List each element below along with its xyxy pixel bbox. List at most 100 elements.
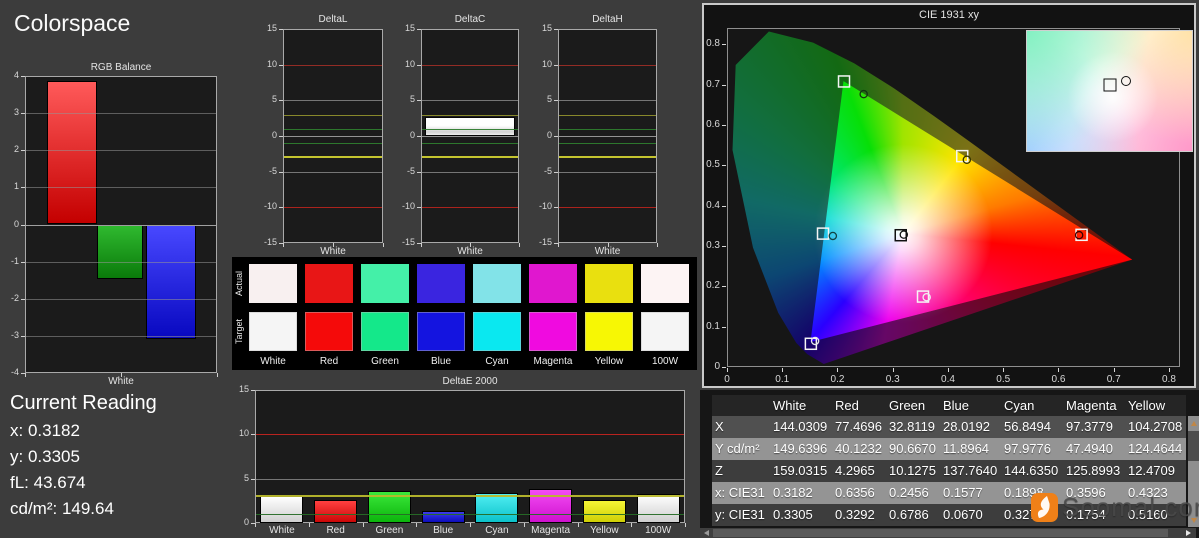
rgb-bar-red — [47, 80, 97, 225]
table-cell: 40.1232 — [835, 441, 882, 456]
y-tick-label: -15 — [263, 237, 277, 247]
scroll-up-button[interactable] — [1188, 416, 1199, 430]
y-tick — [279, 29, 283, 30]
table-header-cell: Magenta — [1066, 398, 1117, 413]
gridline — [26, 262, 216, 263]
table-cell: X — [715, 419, 724, 434]
cie-y-tick — [722, 327, 726, 328]
cie-x-tick-label: 0 — [724, 374, 730, 385]
x-tick — [524, 523, 525, 527]
y-tick-label: -5 — [268, 165, 277, 176]
cie-whitepoint-inset — [1026, 30, 1193, 152]
table-header-cell: White — [773, 398, 807, 413]
y-tick — [251, 434, 255, 435]
rgb-balance-x-label: White — [108, 376, 134, 387]
table-cell: 137.7640 — [943, 463, 998, 478]
table-cell: 97.3779 — [1066, 419, 1113, 434]
swatch-actual-yellow — [585, 264, 633, 303]
y-tick-label: 0 — [243, 517, 249, 527]
swatch-label: 100W — [651, 356, 679, 367]
x-tick — [309, 523, 310, 527]
y-tick — [21, 150, 25, 151]
scroll-right-button[interactable] — [1182, 528, 1194, 538]
ref-line — [559, 172, 656, 173]
table-cell: 97.9776 — [1004, 441, 1051, 456]
swatch-target-green — [361, 312, 409, 351]
scroll-left-button[interactable] — [700, 528, 712, 538]
y-tick — [554, 65, 558, 66]
table-cell: 149.6396 — [773, 441, 828, 456]
y-tick — [21, 187, 25, 188]
table-cell: 159.0315 — [773, 463, 828, 478]
swatch-actual-cyan — [473, 264, 521, 303]
deltal-chart-title: DeltaL — [318, 14, 348, 25]
ref-line — [559, 129, 656, 130]
swatch-row-label: Target — [234, 319, 244, 345]
deltae-bar-red — [314, 499, 358, 523]
swatch-target-magenta — [529, 312, 577, 351]
table-horizontal-scrollbar[interactable] — [700, 528, 1196, 538]
deltae-x-label: Yellow — [590, 525, 619, 536]
deltae2000-chart-title: DeltaE 2000 — [442, 376, 498, 387]
chevron-right-icon — [1185, 530, 1191, 536]
table-row-x[interactable]: X 144.0309 77.4696 32.8119 28.0192 56.8494 97.… — [712, 416, 1186, 438]
swatch-label: Yellow — [594, 356, 624, 367]
vertical-scrollbar-thumb[interactable] — [1188, 431, 1199, 461]
y-tick — [21, 113, 25, 114]
ref-line — [559, 115, 656, 116]
table-cell: 104.2708 — [1128, 419, 1183, 434]
deltae-x-label: Cyan — [485, 525, 509, 536]
y-tick-label: 10 — [238, 428, 249, 439]
y-tick-label: 15 — [238, 384, 249, 394]
y-tick — [279, 207, 283, 208]
table-cell: 0.1577 — [943, 485, 983, 500]
table-header-cell: Red — [835, 398, 859, 413]
y-tick — [554, 207, 558, 208]
y-tick-label: 0 — [271, 130, 277, 140]
x-tick — [578, 523, 579, 527]
y-tick-label: 10 — [541, 58, 552, 69]
cie-y-tick-label: 0.6 — [706, 118, 720, 130]
deltac-x-label: White — [457, 246, 483, 257]
deltaC-bar — [425, 116, 515, 136]
table-cell: 56.8494 — [1004, 419, 1051, 434]
y-tick — [21, 225, 25, 226]
cie-x-tick — [1003, 368, 1004, 372]
deltae-bar-blue — [421, 511, 465, 523]
inset-measured-marker — [1121, 76, 1131, 87]
deltae-bar-yellow — [582, 499, 626, 523]
table-cell: 0.3292 — [835, 507, 875, 522]
swatch-target-red — [305, 312, 353, 351]
gridline — [26, 225, 216, 226]
table-header-cell: Blue — [943, 398, 970, 413]
horizontal-scrollbar-thumb[interactable] — [713, 529, 1168, 537]
table-header-cell: Cyan — [1004, 398, 1035, 413]
cie-y-tick — [722, 44, 726, 45]
y-tick — [279, 136, 283, 137]
table-header-row: White Red Green Blue Cyan Magenta Yellow — [712, 395, 1186, 416]
y-tick — [417, 207, 421, 208]
swatch-label: Blue — [430, 356, 451, 367]
deltae-x-label: Green — [375, 525, 404, 536]
y-tick-label: -10 — [401, 201, 415, 212]
table-cell: 77.4696 — [835, 419, 882, 434]
y-tick — [21, 76, 25, 77]
table-cell: x: CIE31 — [715, 485, 765, 500]
x-tick — [685, 523, 686, 527]
deltae-bar-cyan — [475, 493, 519, 523]
cie-y-tick — [722, 125, 726, 126]
ref-line — [284, 136, 382, 137]
ref-line — [284, 143, 382, 144]
swatch-target-100w — [641, 312, 689, 351]
cie-y-tick-label: 0.2 — [706, 280, 720, 292]
table-row-z[interactable]: Z 159.0315 4.2965 10.1275 137.7640 144.6350 12… — [712, 460, 1186, 482]
reading-cdm2: cd/m²: 149.64 — [10, 499, 114, 518]
table-row-y-cd-m-[interactable]: Y cd/m² 149.6396 40.1232 90.6670 11.8964 97.9… — [712, 438, 1186, 460]
table-cell: Y cd/m² — [715, 441, 760, 456]
y-tick-label: 0 — [13, 218, 19, 229]
page-title: Colorspace — [14, 10, 131, 36]
table-cell: 28.0192 — [943, 419, 990, 434]
cie-x-tick — [1058, 368, 1059, 372]
ref-line — [256, 434, 684, 435]
ref-line — [256, 479, 684, 480]
